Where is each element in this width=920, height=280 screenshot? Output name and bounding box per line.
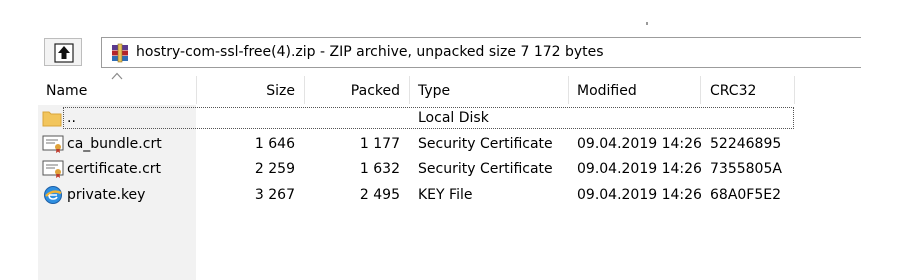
file-type: Local Disk [418, 110, 489, 126]
file-type: Security Certificate [418, 136, 553, 152]
file-modified: 09.04.2019 14:26 [577, 136, 702, 152]
file-packed: 1 632 [359, 161, 400, 177]
sort-ascending-icon [111, 72, 123, 80]
file-crc32: 52246895 [710, 136, 782, 152]
column-header-size[interactable]: Size [196, 78, 295, 104]
certificate-icon [42, 160, 64, 178]
folder-icon [42, 111, 62, 127]
file-crc32: 68A0F5E2 [710, 187, 782, 203]
file-type: KEY File [418, 187, 473, 203]
archive-path-bar[interactable]: hostry-com-ssl-free(4).zip - ZIP archive… [101, 37, 861, 68]
file-packed: 2 495 [359, 187, 400, 203]
archive-path-text: hostry-com-ssl-free(4).zip - ZIP archive… [136, 44, 604, 60]
header-divider[interactable] [700, 76, 701, 104]
file-crc32: 7355805A [710, 161, 782, 177]
file-modified: 09.04.2019 14:26 [577, 187, 702, 203]
header-divider[interactable] [568, 76, 569, 104]
winrar-archive-icon [112, 43, 128, 63]
file-modified: 09.04.2019 14:26 [577, 161, 702, 177]
file-name[interactable]: private.key [67, 184, 145, 206]
file-packed: 1 177 [359, 136, 400, 152]
file-name[interactable]: ca_bundle.crt [67, 133, 162, 155]
column-header-type[interactable]: Type [418, 78, 450, 104]
file-size: 2 259 [254, 161, 295, 177]
column-header-crc32[interactable]: CRC32 [710, 78, 756, 104]
column-header-packed[interactable]: Packed [304, 78, 400, 104]
file-type: Security Certificate [418, 161, 553, 177]
key-file-icon [44, 186, 62, 204]
up-folder-button[interactable] [44, 38, 82, 66]
up-arrow-icon [54, 43, 74, 63]
window-mark [646, 22, 648, 25]
header-divider[interactable] [794, 76, 795, 104]
column-header-modified[interactable]: Modified [577, 78, 637, 104]
file-name[interactable]: certificate.crt [67, 158, 161, 180]
file-name[interactable]: .. [67, 107, 76, 129]
column-header-name[interactable]: Name [46, 78, 87, 104]
header-divider[interactable] [409, 76, 410, 104]
certificate-icon [42, 135, 64, 153]
file-size: 3 267 [254, 187, 295, 203]
file-size: 1 646 [254, 136, 295, 152]
